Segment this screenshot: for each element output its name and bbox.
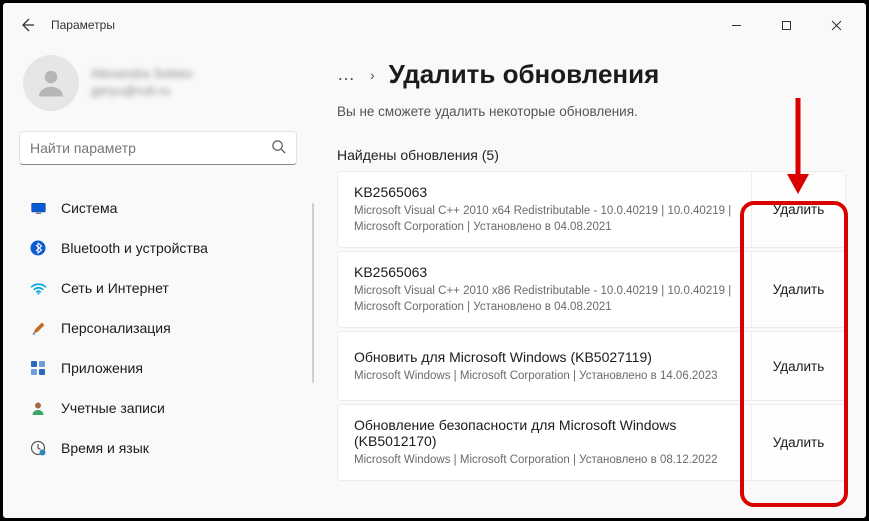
person-icon xyxy=(33,65,69,101)
sidebar-scrollbar[interactable] xyxy=(312,203,314,383)
update-title: KB2565063 xyxy=(354,184,735,200)
window-title: Параметры xyxy=(51,18,115,32)
wifi-icon xyxy=(29,279,47,297)
close-icon xyxy=(831,20,842,31)
main-panel: … › Удалить обновления Вы не сможете уда… xyxy=(313,47,866,518)
search-input[interactable] xyxy=(30,140,271,156)
update-meta: Microsoft Visual C++ 2010 x64 Redistribu… xyxy=(354,203,735,235)
avatar xyxy=(23,55,79,111)
nav-list: Система Bluetooth и устройства Сеть и Ин… xyxy=(19,189,297,467)
breadcrumb: … › Удалить обновления xyxy=(337,59,846,90)
uninstall-button[interactable]: Удалить xyxy=(751,332,845,400)
sidebar-item-label: Учетные записи xyxy=(61,400,165,416)
body: Alexandra Sobiex geryu@ruti.ru Система B… xyxy=(3,47,866,518)
bluetooth-icon xyxy=(29,239,47,257)
chevron-right-icon: › xyxy=(370,67,375,83)
update-row: KB2565063 Microsoft Visual C++ 2010 x64 … xyxy=(337,171,846,248)
settings-window: Параметры Alexandra Sobiex geryu@ruti.ru xyxy=(0,0,869,521)
sidebar-item-network[interactable]: Сеть и Интернет xyxy=(19,269,297,307)
minimize-button[interactable] xyxy=(714,10,758,40)
uninstall-button[interactable]: Удалить xyxy=(751,405,845,480)
monitor-icon xyxy=(29,199,47,217)
maximize-button[interactable] xyxy=(764,10,808,40)
sidebar-item-personalization[interactable]: Персонализация xyxy=(19,309,297,347)
search-icon xyxy=(271,139,286,157)
sidebar-item-label: Bluetooth и устройства xyxy=(61,240,208,256)
update-meta: Microsoft Visual C++ 2010 x86 Redistribu… xyxy=(354,283,735,315)
window-controls xyxy=(714,10,858,40)
updates-list: KB2565063 Microsoft Visual C++ 2010 x64 … xyxy=(337,171,846,481)
update-row: Обновить для Microsoft Windows (KB502711… xyxy=(337,331,846,401)
brush-icon xyxy=(29,319,47,337)
update-info: KB2565063 Microsoft Visual C++ 2010 x64 … xyxy=(338,172,751,247)
sidebar-item-label: Время и язык xyxy=(61,440,149,456)
sidebar-item-accounts[interactable]: Учетные записи xyxy=(19,389,297,427)
minimize-icon xyxy=(731,20,742,31)
sidebar-item-label: Система xyxy=(61,200,117,216)
clock-globe-icon xyxy=(29,439,47,457)
maximize-icon xyxy=(781,20,792,31)
titlebar: Параметры xyxy=(3,3,866,47)
search-box[interactable] xyxy=(19,131,297,165)
close-button[interactable] xyxy=(814,10,858,40)
update-row: KB2565063 Microsoft Visual C++ 2010 x86 … xyxy=(337,251,846,328)
sidebar: Alexandra Sobiex geryu@ruti.ru Система B… xyxy=(3,47,313,518)
update-title: KB2565063 xyxy=(354,264,735,280)
sidebar-item-label: Приложения xyxy=(61,360,143,376)
profile-name: Alexandra Sobiex xyxy=(91,66,193,83)
update-row: Обновление безопасности для Microsoft Wi… xyxy=(337,404,846,481)
update-meta: Microsoft Windows | Microsoft Corporatio… xyxy=(354,452,735,468)
back-button[interactable] xyxy=(11,9,43,41)
sidebar-item-label: Сеть и Интернет xyxy=(61,280,169,296)
profile-email: geryu@ruti.ru xyxy=(91,83,193,100)
update-info: Обновить для Microsoft Windows (KB502711… xyxy=(338,332,751,400)
uninstall-button[interactable]: Удалить xyxy=(751,252,845,327)
sidebar-item-apps[interactable]: Приложения xyxy=(19,349,297,387)
profile-block[interactable]: Alexandra Sobiex geryu@ruti.ru xyxy=(19,47,297,131)
sidebar-item-time-language[interactable]: Время и язык xyxy=(19,429,297,467)
sidebar-item-system[interactable]: Система xyxy=(19,189,297,227)
page-subtitle: Вы не сможете удалить некоторые обновлен… xyxy=(337,104,846,119)
update-info: KB2565063 Microsoft Visual C++ 2010 x86 … xyxy=(338,252,751,327)
breadcrumb-overflow[interactable]: … xyxy=(337,64,356,85)
sidebar-item-label: Персонализация xyxy=(61,320,171,336)
updates-found-label: Найдены обновления (5) xyxy=(337,147,846,163)
page-title: Удалить обновления xyxy=(389,59,660,90)
arrow-left-icon xyxy=(19,17,35,33)
sidebar-item-bluetooth[interactable]: Bluetooth и устройства xyxy=(19,229,297,267)
update-title: Обновить для Microsoft Windows (KB502711… xyxy=(354,349,735,365)
person-icon xyxy=(29,399,47,417)
update-meta: Microsoft Windows | Microsoft Corporatio… xyxy=(354,368,735,384)
update-info: Обновление безопасности для Microsoft Wi… xyxy=(338,405,751,480)
update-title: Обновление безопасности для Microsoft Wi… xyxy=(354,417,735,449)
uninstall-button[interactable]: Удалить xyxy=(751,172,845,247)
profile-text: Alexandra Sobiex geryu@ruti.ru xyxy=(91,66,193,100)
apps-icon xyxy=(29,359,47,377)
